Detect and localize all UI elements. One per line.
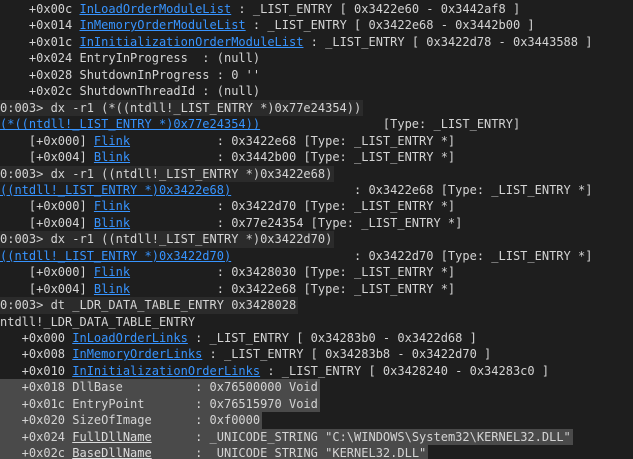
output-text: : 0x3422e68 [Type: _LIST_ENTRY *] (130, 133, 456, 148)
output-text: : _LIST_ENTRY [ 0x3422e68 - 0x3442b00 ] (245, 18, 535, 33)
output-text: : _LIST_ENTRY [ 0x3422d78 - 0x3443588 ] (303, 34, 593, 49)
output-line: +0x01c EntryPoint : 0x76515970 Void (0, 395, 320, 413)
dml-link[interactable]: FullDllName (72, 430, 151, 444)
command-line: 0:003> dx -r1 ((ntdll!_LIST_ENTRY *)0x34… (0, 165, 335, 182)
dml-link[interactable]: ((ntdll!_LIST_ENTRY *)0x3422e68) (0, 183, 231, 197)
output-text: : 0x3428030 [Type: _LIST_ENTRY *] (130, 265, 456, 280)
output-text: +0x024 EntryInProgress : (null) (0, 51, 261, 66)
output-line: +0x02c BaseDllName : _UNICODE_STRING "KE… (0, 445, 429, 459)
output-line: [+0x000] Flink : 0x3422d70 [Type: _LIST_… (0, 198, 457, 214)
output-text: [+0x004] (0, 281, 94, 296)
output-line: +0x01c InInitializationOrderModuleList :… (0, 34, 594, 50)
command-line: 0:003> dx -r1 (*((ntdll!_LIST_ENTRY *)0x… (0, 99, 364, 117)
dml-link[interactable]: InInitializationOrderModuleList (79, 35, 303, 49)
dml-link[interactable]: Flink (94, 199, 130, 213)
output-text: : 0x77e24354 [Type: _LIST_ENTRY *] (130, 215, 463, 230)
output-line: +0x020 SizeOfImage : 0xf0000 (0, 412, 263, 429)
output-line: (*((ntdll!_LIST_ENTRY *)0x77e24354)) [Ty… (0, 116, 522, 132)
output-text: : _UNICODE_STRING "C:\WINDOWS\System32\K… (151, 429, 571, 444)
output-text: +0x018 DllBase : 0x76500000 Void (0, 380, 318, 395)
output-text: [+0x000] (0, 265, 94, 280)
output-line: +0x024 EntryInProgress : (null) (0, 50, 262, 66)
output-line: ((ntdll!_LIST_ENTRY *)0x3422e68) : 0x342… (0, 182, 594, 198)
output-line: [+0x004] Blink : 0x3422e68 [Type: _LIST_… (0, 281, 457, 297)
output-text: +0x020 SizeOfImage : 0xf0000 (0, 413, 261, 428)
output-text: +0x010 (0, 363, 73, 378)
output-text: 0:003> dx -r1 (*((ntdll!_LIST_ENTRY *)0x… (0, 100, 362, 115)
output-text: +0x00c (0, 2, 80, 16)
output-line: +0x024 FullDllName : _UNICODE_STRING "C:… (0, 428, 573, 446)
dml-link[interactable]: InLoadOrderModuleList (79, 2, 231, 16)
output-text: [+0x000] (0, 199, 94, 214)
output-text: : _LIST_ENTRY [ 0x34283b8 - 0x3422d70 ] (202, 347, 492, 362)
output-text: : 0x3442b00 [Type: _LIST_ENTRY *] (130, 150, 456, 165)
output-text: 0:003> dx -r1 ((ntdll!_LIST_ENTRY *)0x34… (0, 166, 333, 181)
output-text: 0:003> dx -r1 ((ntdll!_LIST_ENTRY *)0x34… (0, 232, 333, 247)
output-line: ntdll!_LDR_DATA_TABLE_ENTRY (0, 314, 197, 330)
output-text: +0x000 (0, 331, 73, 345)
dml-link[interactable]: InInitializationOrderLinks (72, 364, 260, 378)
dml-link[interactable]: (*((ntdll!_LIST_ENTRY *)0x77e24354)) (0, 117, 260, 131)
dml-link[interactable]: InMemoryOrderModuleList (79, 18, 245, 32)
output-line: +0x008 InMemoryOrderLinks : _LIST_ENTRY … (0, 346, 493, 362)
output-text: : _UNICODE_STRING "KERNEL32.DLL" (151, 446, 427, 459)
output-text: [Type: _LIST_ENTRY] (260, 117, 521, 132)
dml-link[interactable]: Blink (94, 216, 130, 230)
output-text: +0x02c ShutdownThreadId : (null) (0, 84, 261, 99)
output-text: +0x01c EntryPoint : 0x76515970 Void (0, 396, 318, 411)
output-text: +0x008 (0, 347, 73, 362)
output-line: ((ntdll!_LIST_ENTRY *)0x3422d70) : 0x342… (0, 248, 594, 264)
output-line: [+0x004] Blink : 0x3442b00 [Type: _LIST_… (0, 149, 457, 165)
output-text: [+0x000] (0, 133, 94, 148)
command-line: 0:003> dx -r1 ((ntdll!_LIST_ENTRY *)0x34… (0, 231, 335, 248)
output-line: +0x028 ShutdownInProgress : 0 '' (0, 67, 262, 83)
dml-link[interactable]: ((ntdll!_LIST_ENTRY *)0x3422d70) (0, 249, 231, 263)
dml-link[interactable]: Blink (94, 150, 130, 164)
output-line: [+0x004] Blink : 0x77e24354 [Type: _LIST… (0, 215, 464, 231)
output-text: : _LIST_ENTRY [ 0x3422e60 - 0x3442af8 ] (231, 2, 521, 16)
output-text: ntdll!_LDR_DATA_TABLE_ENTRY (0, 314, 196, 329)
output-text: : 0x3422e68 [Type: _LIST_ENTRY *] (231, 182, 593, 197)
output-text: [+0x004] (0, 150, 94, 165)
output-text: : _LIST_ENTRY [ 0x3428240 - 0x34283c0 ] (260, 363, 550, 378)
output-text: +0x024 (0, 429, 73, 444)
output-line: +0x00c InLoadOrderModuleList : _LIST_ENT… (0, 1, 522, 17)
output-text: +0x02c (0, 446, 73, 459)
output-line: [+0x000] Flink : 0x3428030 [Type: _LIST_… (0, 264, 457, 280)
output-text: : 0x3422d70 [Type: _LIST_ENTRY *] (130, 199, 456, 214)
output-text: 0:003> dt _LDR_DATA_TABLE_ENTRY 0x342802… (0, 298, 297, 313)
output-text: : _LIST_ENTRY [ 0x34283b0 - 0x3422d68 ] (187, 331, 477, 345)
output-line: [+0x000] Flink : 0x3422e68 [Type: _LIST_… (0, 133, 457, 149)
output-text: +0x014 (0, 18, 80, 33)
output-text: +0x01c (0, 34, 80, 49)
output-line: +0x018 DllBase : 0x76500000 Void (0, 379, 320, 396)
command-line: 0:003> dt _LDR_DATA_TABLE_ENTRY 0x342802… (0, 297, 299, 314)
dml-link[interactable]: InLoadOrderLinks (72, 331, 188, 345)
dml-link[interactable]: Blink (94, 282, 130, 296)
output-line: +0x014 InMemoryOrderModuleList : _LIST_E… (0, 17, 537, 33)
output-line: +0x000 InLoadOrderLinks : _LIST_ENTRY [ … (0, 330, 479, 346)
dml-link[interactable]: InMemoryOrderLinks (72, 347, 202, 361)
dml-link[interactable]: Flink (94, 265, 130, 279)
output-text: : 0x3422d70 [Type: _LIST_ENTRY *] (231, 248, 593, 263)
output-line: +0x010 InInitializationOrderLinks : _LIS… (0, 363, 551, 379)
output-text: +0x028 ShutdownInProgress : 0 '' (0, 67, 261, 82)
output-text: : 0x3422e68 [Type: _LIST_ENTRY *] (130, 281, 456, 296)
output-line: +0x02c ShutdownThreadId : (null) (0, 83, 262, 99)
debugger-command-output: +0x00c InLoadOrderModuleList : _LIST_ENT… (0, 0, 633, 459)
dml-link[interactable]: Flink (94, 134, 130, 148)
dml-link[interactable]: BaseDllName (72, 446, 151, 459)
output-text: [+0x004] (0, 215, 94, 230)
